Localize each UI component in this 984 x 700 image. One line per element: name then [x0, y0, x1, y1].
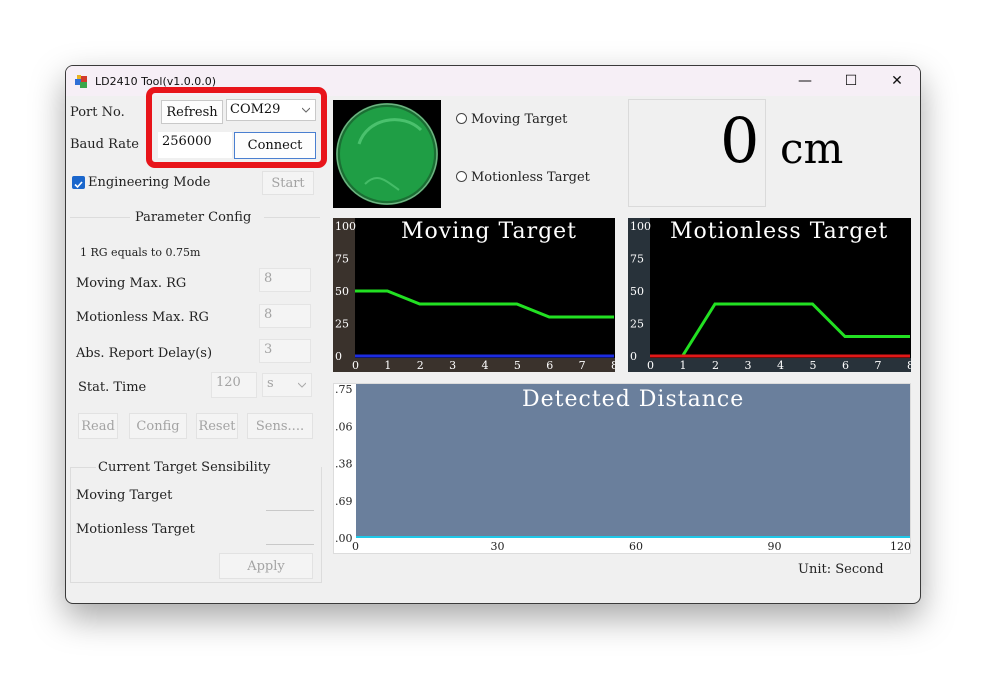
motionless-target-chart: Motionless Target 0255075100012345678: [628, 218, 911, 372]
x-tick-label: 30: [491, 540, 505, 553]
moving-target-chart: Moving Target 0255075100012345678: [333, 218, 615, 372]
rg-note: 1 RG equals to 0.75m: [80, 246, 201, 259]
motionless-max-input[interactable]: 8: [259, 304, 311, 328]
x-tick-label: 3: [449, 359, 456, 372]
motionless-sensibility-value: [266, 520, 314, 545]
x-tick-label: 2: [417, 359, 424, 372]
y-tick-label: 25: [335, 318, 349, 331]
reset-button[interactable]: Reset: [196, 413, 238, 439]
x-tick-label: 120: [890, 540, 911, 553]
y-tick-label: 0: [630, 350, 637, 363]
distance-unit: cm: [780, 124, 844, 173]
chevron-down-icon: [298, 382, 306, 388]
group-divider: [70, 467, 96, 468]
y-tick-label: 50: [630, 285, 644, 298]
x-tick-label: 4: [482, 359, 489, 372]
x-tick-label: 1: [384, 359, 391, 372]
checkbox-icon[interactable]: [72, 176, 85, 189]
x-tick-label: 2: [712, 359, 719, 372]
maximize-icon: ☐: [844, 73, 858, 89]
start-button[interactable]: Start: [262, 171, 314, 195]
motionless-max-label: Motionless Max. RG: [76, 310, 209, 325]
motionless-target-plot: 0 25 50 75 100 0 1 2 3 4 5 6 7 8: [630, 220, 911, 372]
check-mark-icon: [74, 181, 83, 189]
y-tick-label: .75: [335, 384, 353, 396]
app-icon: [75, 75, 87, 88]
minimize-icon: —: [798, 73, 812, 89]
y-tick-label: 100: [335, 220, 356, 233]
highlight-box: [146, 87, 327, 168]
x-tick-label: 0: [352, 540, 359, 553]
y-tick-label: .69: [335, 495, 353, 508]
x-tick-label: 7: [875, 359, 882, 372]
distance-value: 0: [720, 104, 760, 177]
unit-label: Unit: Second: [798, 562, 884, 577]
y-tick-label: 100: [630, 220, 651, 233]
x-tick-label: 0: [647, 359, 654, 372]
y-tick-label: .06: [335, 420, 353, 433]
config-button[interactable]: Config: [129, 413, 187, 439]
stat-time-unit-select[interactable]: s: [262, 373, 312, 397]
x-tick-label: 6: [546, 359, 553, 372]
moving-sensibility-label: Moving Target: [76, 488, 173, 503]
x-tick-label: 5: [810, 359, 817, 372]
moving-target-plot: 0 25 50 75 100 0 1 2 3 4 5 6 7 8: [335, 220, 615, 372]
y-tick-label: .00: [335, 532, 353, 545]
y-tick-label: 50: [335, 285, 349, 298]
x-tick-label: 8: [611, 359, 615, 372]
parameter-config-title: Parameter Config: [135, 210, 252, 225]
moving-sensibility-value: [266, 486, 314, 511]
series-line: [650, 302, 910, 358]
sensibility-title: Current Target Sensibility: [98, 460, 271, 475]
close-button[interactable]: ✕: [874, 66, 920, 96]
report-delay-input[interactable]: 3: [259, 339, 311, 363]
engineering-mode-label[interactable]: Engineering Mode: [88, 175, 210, 190]
detected-distance-chart: Detected Distance .75.06.38.69.00 0 30 60 90…: [333, 383, 911, 554]
moving-target-radio-label: Moving Target: [471, 112, 568, 127]
maximize-button[interactable]: ☐: [828, 66, 874, 96]
motionless-sensibility-label: Motionless Target: [76, 522, 195, 537]
motionless-target-radio-label: Motionless Target: [471, 170, 590, 185]
target-indicator-light: [336, 103, 438, 205]
stat-time-label: Stat. Time: [78, 380, 147, 395]
x-tick-label: 8: [907, 359, 911, 372]
x-tick-label: 6: [842, 359, 849, 372]
x-tick-label: 7: [579, 359, 586, 372]
moving-max-input[interactable]: 8: [259, 268, 311, 292]
port-label: Port No.: [70, 105, 125, 120]
detected-distance-plot: .75 .06 .38 .69 .000 30 60 90 120: [335, 384, 911, 553]
x-tick-label: 4: [777, 359, 784, 372]
minimize-button[interactable]: —: [782, 66, 828, 96]
apply-button[interactable]: Apply: [219, 553, 313, 579]
group-divider: [70, 217, 130, 218]
x-tick-label: 5: [514, 359, 521, 372]
x-tick-label: 0: [352, 359, 359, 372]
moving-max-label: Moving Max. RG: [76, 276, 187, 291]
target-indicator-panel: [333, 100, 441, 208]
stat-time-unit-value: s: [267, 376, 274, 391]
group-divider: [264, 217, 320, 218]
motionless-target-radio[interactable]: [456, 171, 467, 182]
y-tick-label: 0: [335, 350, 342, 363]
moving-target-radio[interactable]: [456, 113, 467, 124]
close-icon: ✕: [891, 73, 903, 89]
x-tick-label: 90: [768, 540, 782, 553]
y-tick-label: 25: [630, 318, 644, 331]
y-tick-label: 75: [630, 253, 644, 266]
report-delay-label: Abs. Report Delay(s): [76, 346, 213, 361]
x-tick-label: 60: [629, 540, 643, 553]
series-line: [355, 289, 614, 319]
read-button[interactable]: Read: [78, 413, 118, 439]
baud-label: Baud Rate: [70, 137, 139, 152]
x-tick-label: 1: [680, 359, 687, 372]
y-tick-label: .38: [335, 458, 353, 471]
x-tick-label: 3: [745, 359, 752, 372]
sens-button[interactable]: Sens....: [247, 413, 313, 439]
stat-time-input[interactable]: 120: [211, 372, 257, 398]
y-tick-label: 75: [335, 253, 349, 266]
